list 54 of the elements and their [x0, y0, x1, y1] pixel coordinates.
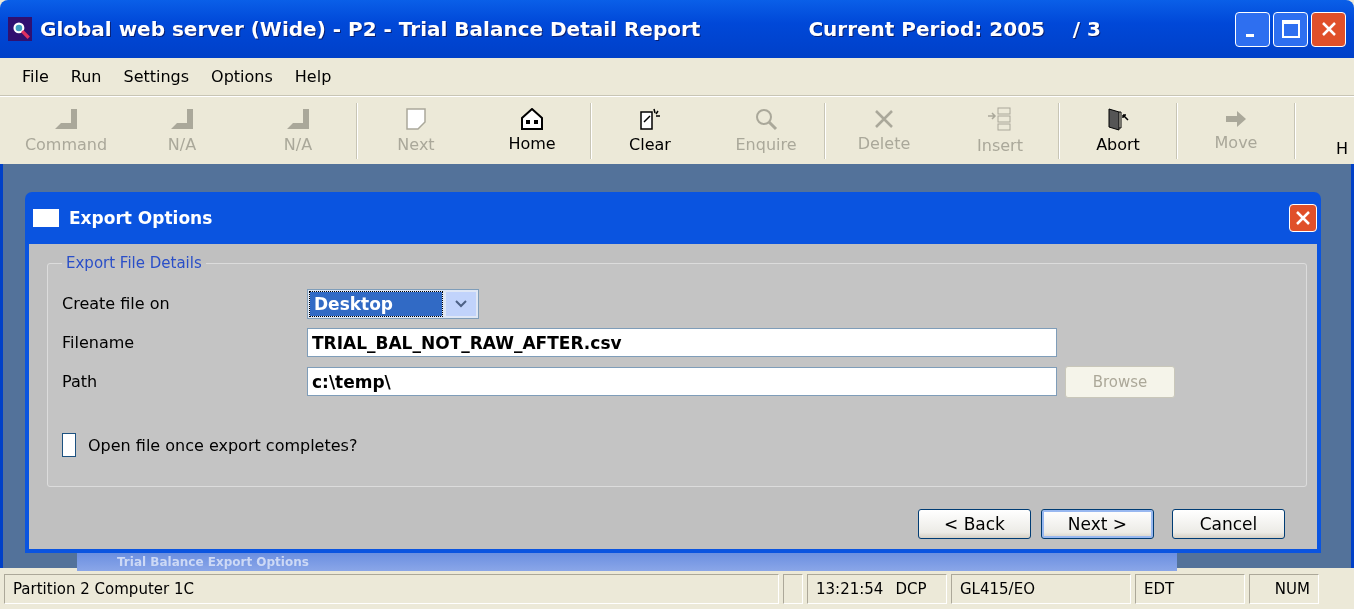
- path-field[interactable]: c:\temp\: [307, 367, 1057, 396]
- maximize-icon: [1281, 20, 1300, 38]
- status-panel: [783, 573, 803, 604]
- status-text: NUM: [1249, 573, 1319, 604]
- f2-key-icon: [169, 107, 195, 131]
- window-title: Global web server (Wide) - P2 - Trial Balance Detail Report: [40, 17, 701, 41]
- door-icon: [1106, 107, 1130, 131]
- close-button[interactable]: [1289, 204, 1317, 232]
- field-label: Path: [62, 372, 99, 391]
- status-time: 13:21:54: [816, 579, 884, 598]
- close-button[interactable]: [1311, 11, 1346, 47]
- toolbar-button[interactable]: Abort: [1060, 100, 1176, 161]
- field-label: Create file on: [62, 294, 171, 313]
- dialog-button[interactable]: Cancel: [1172, 509, 1285, 539]
- menu-item[interactable]: Run: [70, 67, 102, 86]
- dialog-title: Export Options: [69, 208, 213, 228]
- create-file-dropdown[interactable]: Desktop: [307, 288, 479, 319]
- window-icon: [33, 209, 59, 227]
- f1-key-icon: [53, 107, 79, 131]
- minimize-icon: [1245, 33, 1254, 37]
- clear-icon: [638, 107, 662, 131]
- status-text: EDT: [1135, 573, 1245, 604]
- toolbar-button[interactable]: H: [1296, 97, 1354, 164]
- menu-item[interactable]: Help: [294, 67, 332, 86]
- filename-field[interactable]: TRIAL_BAL_NOT_RAW_AFTER.csv: [307, 328, 1057, 357]
- current-period: Current Period: 2005 / 3: [808, 17, 1101, 41]
- toolbar-button[interactable]: Home: [474, 100, 590, 161]
- insert-row-icon: [987, 106, 1013, 132]
- right-arrow-icon: [1224, 109, 1248, 129]
- menu-item[interactable]: Settings: [123, 67, 190, 86]
- maximize-button[interactable]: [1273, 11, 1308, 47]
- background-dialog-title: Trial Balance Export Options: [117, 555, 309, 569]
- checkbox-label: Open file once export completes?: [88, 435, 358, 455]
- f3-key-icon: [285, 107, 311, 131]
- menu-item[interactable]: File: [22, 67, 49, 86]
- close-icon: [1295, 210, 1311, 226]
- field-label: Filename: [62, 333, 136, 352]
- page-icon: [405, 107, 427, 131]
- app-icon: [8, 17, 32, 41]
- chevron-down-icon: [455, 299, 467, 308]
- dialog-button[interactable]: < Back: [918, 509, 1031, 539]
- toolbar-button[interactable]: Clear: [592, 100, 708, 161]
- cross-icon: [873, 108, 895, 130]
- minimize-button[interactable]: [1235, 11, 1270, 47]
- status-text: Partition 2 Computer 1C: [4, 573, 779, 604]
- home-icon: [521, 108, 543, 130]
- status-text: GL415/EO: [951, 573, 1131, 604]
- checkbox[interactable]: [62, 433, 76, 457]
- search-icon: [754, 107, 778, 131]
- dialog-button[interactable]: Next >: [1041, 509, 1154, 539]
- menu-item[interactable]: Options: [211, 67, 273, 86]
- group-title: Export File Details: [65, 254, 203, 272]
- close-icon: [1320, 21, 1337, 37]
- status-text: DCP: [895, 579, 927, 598]
